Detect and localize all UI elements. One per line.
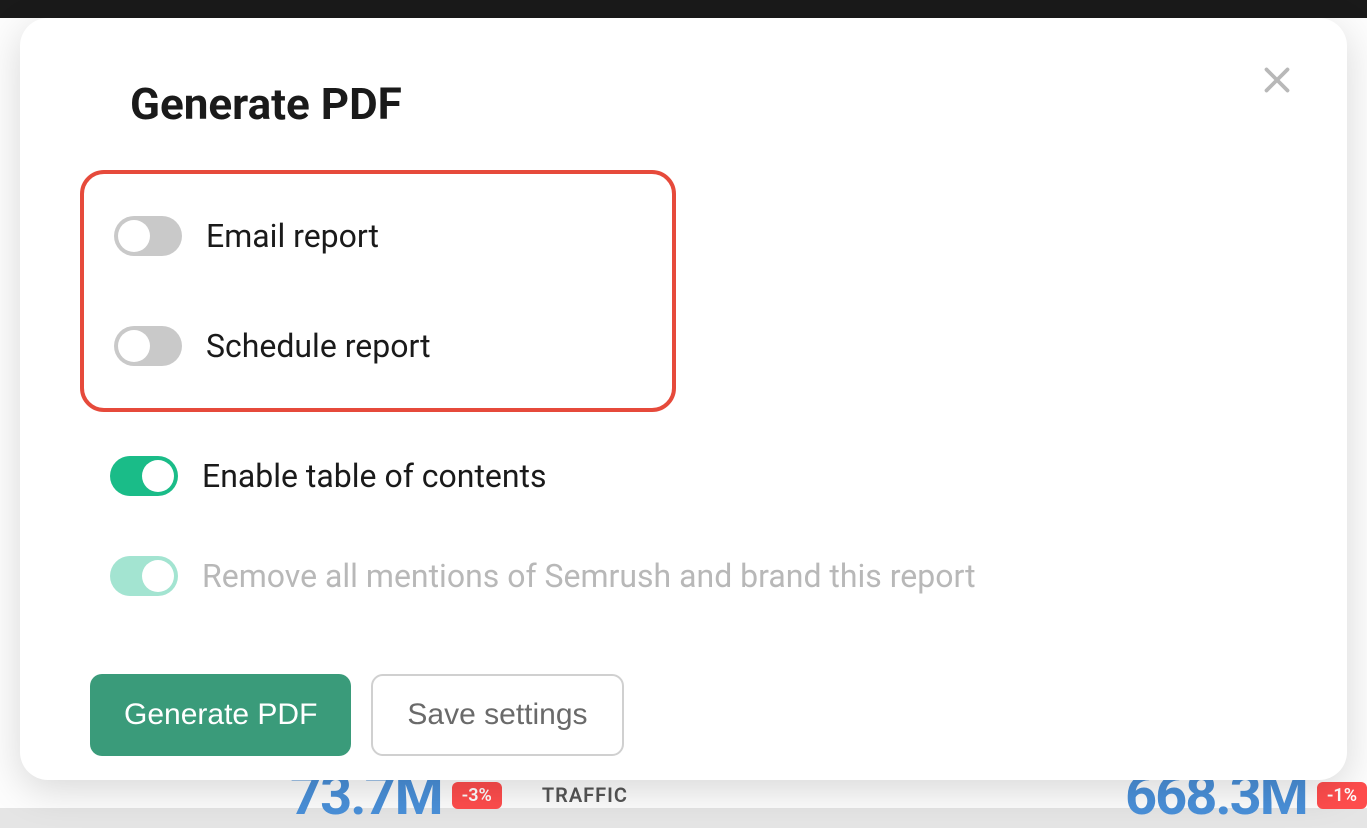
enable-toc-toggle[interactable] bbox=[110, 456, 178, 496]
metric-badge-right: -1% bbox=[1317, 782, 1367, 809]
schedule-report-row: Schedule report bbox=[94, 318, 642, 374]
email-report-toggle[interactable] bbox=[114, 216, 182, 256]
remove-branding-row: Remove all mentions of Semrush and brand… bbox=[90, 548, 1267, 604]
modal-title: Generate PDF bbox=[130, 78, 1267, 130]
schedule-report-label: Schedule report bbox=[206, 327, 431, 365]
toggle-knob bbox=[142, 460, 174, 492]
toggle-knob bbox=[142, 560, 174, 592]
close-button[interactable] bbox=[1257, 60, 1297, 100]
save-settings-button[interactable]: Save settings bbox=[371, 674, 623, 756]
close-icon bbox=[1259, 62, 1295, 98]
highlight-annotation: Email report Schedule report bbox=[80, 170, 676, 412]
generate-pdf-button[interactable]: Generate PDF bbox=[90, 674, 351, 756]
modal-actions: Generate PDF Save settings bbox=[90, 674, 1267, 756]
email-report-label: Email report bbox=[206, 217, 379, 255]
metric-badge-left: -3% bbox=[452, 782, 502, 809]
email-report-row: Email report bbox=[94, 208, 642, 264]
schedule-report-toggle[interactable] bbox=[114, 326, 182, 366]
traffic-label: TRAFFIC bbox=[542, 783, 628, 807]
toggle-knob bbox=[118, 330, 150, 362]
enable-toc-row: Enable table of contents bbox=[90, 448, 1267, 504]
app-top-bar bbox=[0, 0, 1367, 18]
remove-branding-label: Remove all mentions of Semrush and brand… bbox=[202, 557, 976, 595]
generate-pdf-modal: Generate PDF Email report Schedule repor… bbox=[20, 18, 1347, 780]
toggle-knob bbox=[118, 220, 150, 252]
remove-branding-toggle[interactable] bbox=[110, 556, 178, 596]
enable-toc-label: Enable table of contents bbox=[202, 457, 547, 495]
